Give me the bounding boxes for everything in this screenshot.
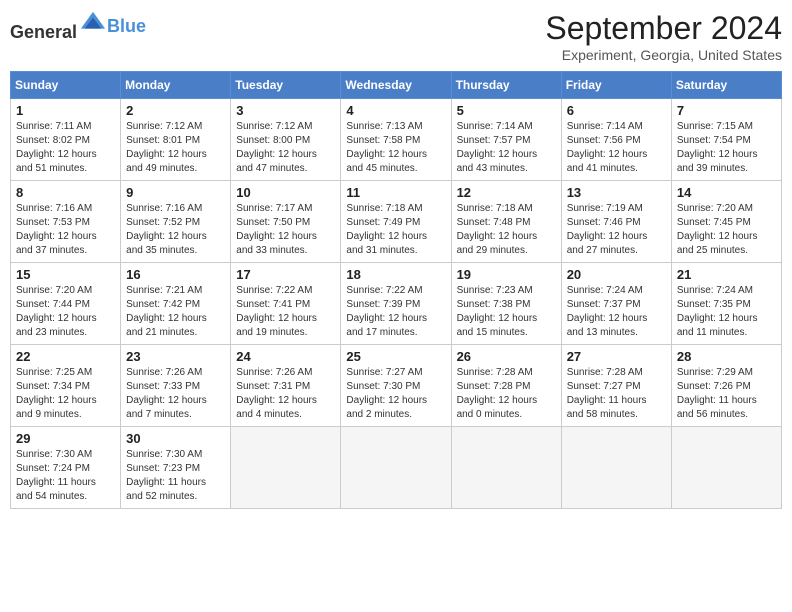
col-sunday: Sunday — [11, 72, 121, 99]
col-thursday: Thursday — [451, 72, 561, 99]
day-cell-25: 25 Sunrise: 7:27 AMSunset: 7:30 PMDaylig… — [341, 345, 451, 427]
day-cell-1: 1 Sunrise: 7:11 AMSunset: 8:02 PMDayligh… — [11, 99, 121, 181]
day-cell-17: 17 Sunrise: 7:22 AMSunset: 7:41 PMDaylig… — [231, 263, 341, 345]
day-cell-14: 14 Sunrise: 7:20 AMSunset: 7:45 PMDaylig… — [671, 181, 781, 263]
day-cell-28: 28 Sunrise: 7:29 AMSunset: 7:26 PMDaylig… — [671, 345, 781, 427]
month-year-title: September 2024 — [545, 10, 782, 47]
logo: General Blue — [10, 10, 146, 43]
day-cell-24: 24 Sunrise: 7:26 AMSunset: 7:31 PMDaylig… — [231, 345, 341, 427]
day-cell-22: 22 Sunrise: 7:25 AMSunset: 7:34 PMDaylig… — [11, 345, 121, 427]
page-header: General Blue September 2024 Experiment, … — [10, 10, 782, 63]
day-cell-12: 12 Sunrise: 7:18 AMSunset: 7:48 PMDaylig… — [451, 181, 561, 263]
day-cell-3: 3 Sunrise: 7:12 AMSunset: 8:00 PMDayligh… — [231, 99, 341, 181]
day-cell-15: 15 Sunrise: 7:20 AMSunset: 7:44 PMDaylig… — [11, 263, 121, 345]
logo-icon — [79, 10, 107, 38]
day-cell-2: 2 Sunrise: 7:12 AMSunset: 8:01 PMDayligh… — [121, 99, 231, 181]
day-cell-29: 29 Sunrise: 7:30 AMSunset: 7:24 PMDaylig… — [11, 427, 121, 509]
day-cell-18: 18 Sunrise: 7:22 AMSunset: 7:39 PMDaylig… — [341, 263, 451, 345]
day-cell-6: 6 Sunrise: 7:14 AMSunset: 7:56 PMDayligh… — [561, 99, 671, 181]
day-cell-11: 11 Sunrise: 7:18 AMSunset: 7:49 PMDaylig… — [341, 181, 451, 263]
day-cell-19: 19 Sunrise: 7:23 AMSunset: 7:38 PMDaylig… — [451, 263, 561, 345]
day-cell-4: 4 Sunrise: 7:13 AMSunset: 7:58 PMDayligh… — [341, 99, 451, 181]
day-cell-5: 5 Sunrise: 7:14 AMSunset: 7:57 PMDayligh… — [451, 99, 561, 181]
table-row: 1 Sunrise: 7:11 AMSunset: 8:02 PMDayligh… — [11, 99, 782, 181]
col-saturday: Saturday — [671, 72, 781, 99]
empty-cell — [341, 427, 451, 509]
col-monday: Monday — [121, 72, 231, 99]
logo-blue: Blue — [107, 16, 146, 36]
day-cell-16: 16 Sunrise: 7:21 AMSunset: 7:42 PMDaylig… — [121, 263, 231, 345]
day-cell-26: 26 Sunrise: 7:28 AMSunset: 7:28 PMDaylig… — [451, 345, 561, 427]
empty-cell — [451, 427, 561, 509]
day-cell-27: 27 Sunrise: 7:28 AMSunset: 7:27 PMDaylig… — [561, 345, 671, 427]
day-cell-10: 10 Sunrise: 7:17 AMSunset: 7:50 PMDaylig… — [231, 181, 341, 263]
day-cell-30: 30 Sunrise: 7:30 AMSunset: 7:23 PMDaylig… — [121, 427, 231, 509]
day-cell-7: 7 Sunrise: 7:15 AMSunset: 7:54 PMDayligh… — [671, 99, 781, 181]
calendar-header-row: Sunday Monday Tuesday Wednesday Thursday… — [11, 72, 782, 99]
day-cell-13: 13 Sunrise: 7:19 AMSunset: 7:46 PMDaylig… — [561, 181, 671, 263]
empty-cell — [671, 427, 781, 509]
logo-general: General — [10, 22, 77, 42]
day-cell-20: 20 Sunrise: 7:24 AMSunset: 7:37 PMDaylig… — [561, 263, 671, 345]
table-row: 15 Sunrise: 7:20 AMSunset: 7:44 PMDaylig… — [11, 263, 782, 345]
col-tuesday: Tuesday — [231, 72, 341, 99]
location-subtitle: Experiment, Georgia, United States — [545, 47, 782, 63]
day-cell-9: 9 Sunrise: 7:16 AMSunset: 7:52 PMDayligh… — [121, 181, 231, 263]
empty-cell — [231, 427, 341, 509]
day-cell-21: 21 Sunrise: 7:24 AMSunset: 7:35 PMDaylig… — [671, 263, 781, 345]
day-cell-23: 23 Sunrise: 7:26 AMSunset: 7:33 PMDaylig… — [121, 345, 231, 427]
table-row: 29 Sunrise: 7:30 AMSunset: 7:24 PMDaylig… — [11, 427, 782, 509]
table-row: 8 Sunrise: 7:16 AMSunset: 7:53 PMDayligh… — [11, 181, 782, 263]
title-block: September 2024 Experiment, Georgia, Unit… — [545, 10, 782, 63]
empty-cell — [561, 427, 671, 509]
day-cell-8: 8 Sunrise: 7:16 AMSunset: 7:53 PMDayligh… — [11, 181, 121, 263]
col-friday: Friday — [561, 72, 671, 99]
table-row: 22 Sunrise: 7:25 AMSunset: 7:34 PMDaylig… — [11, 345, 782, 427]
col-wednesday: Wednesday — [341, 72, 451, 99]
calendar-table: Sunday Monday Tuesday Wednesday Thursday… — [10, 71, 782, 509]
